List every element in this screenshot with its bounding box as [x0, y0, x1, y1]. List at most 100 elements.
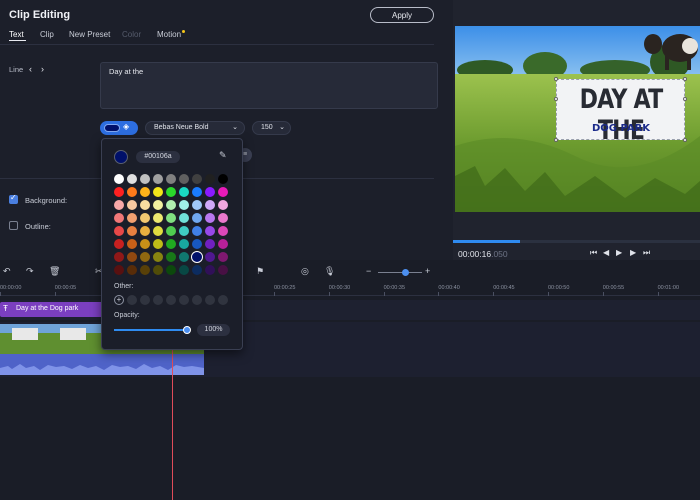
webcam-icon[interactable]: ◎ [301, 266, 309, 277]
microphone-icon[interactable]: 🎙 [324, 266, 335, 277]
color-swatch[interactable] [205, 213, 215, 223]
color-swatch[interactable] [179, 200, 189, 210]
color-swatch[interactable] [114, 187, 124, 197]
next-frame-icon[interactable]: ▶ [630, 248, 636, 257]
color-swatch[interactable] [127, 187, 137, 197]
play-icon[interactable]: ▶ [616, 248, 622, 257]
color-swatch[interactable] [153, 174, 163, 184]
color-swatch[interactable] [192, 265, 202, 275]
color-swatch[interactable] [140, 187, 150, 197]
color-swatch[interactable] [192, 174, 202, 184]
color-swatch[interactable] [127, 213, 137, 223]
color-swatch[interactable] [114, 239, 124, 249]
opacity-slider-track[interactable] [114, 329, 187, 331]
color-swatch[interactable] [218, 265, 228, 275]
color-swatch[interactable] [153, 213, 163, 223]
resize-handle[interactable] [554, 77, 558, 81]
color-swatch[interactable] [140, 213, 150, 223]
color-swatch[interactable] [192, 252, 202, 262]
color-swatch[interactable] [127, 265, 137, 275]
color-swatch[interactable] [127, 226, 137, 236]
color-swatch[interactable] [166, 174, 176, 184]
resize-handle[interactable] [554, 138, 558, 142]
color-swatch[interactable] [218, 200, 228, 210]
custom-color-slot[interactable] [192, 295, 202, 305]
color-swatch[interactable] [179, 174, 189, 184]
color-swatch[interactable] [166, 213, 176, 223]
zoom-in-icon[interactable]: + [425, 266, 430, 276]
color-swatch[interactable] [179, 265, 189, 275]
trash-icon[interactable]: 🗑 [49, 266, 60, 277]
audio-clip[interactable] [0, 354, 204, 375]
font-select[interactable]: Bebas Neue Bold ⌄ [145, 121, 245, 135]
color-swatch[interactable] [192, 226, 202, 236]
color-swatch[interactable] [192, 213, 202, 223]
color-swatch[interactable] [114, 213, 124, 223]
custom-color-slot[interactable] [153, 295, 163, 305]
color-swatch[interactable] [114, 265, 124, 275]
custom-color-slot[interactable] [179, 295, 189, 305]
zoom-slider-track[interactable] [378, 272, 422, 273]
color-swatch[interactable] [127, 200, 137, 210]
color-swatch[interactable] [179, 213, 189, 223]
color-swatch[interactable] [114, 252, 124, 262]
color-swatch[interactable] [153, 200, 163, 210]
color-swatch[interactable] [114, 226, 124, 236]
color-swatch[interactable] [179, 252, 189, 262]
resize-handle[interactable] [683, 138, 687, 142]
custom-color-slot[interactable] [218, 295, 228, 305]
resize-handle[interactable] [683, 97, 687, 101]
custom-color-slot[interactable] [205, 295, 215, 305]
opacity-slider-knob[interactable] [183, 326, 191, 334]
skip-start-icon[interactable]: ⏮ [590, 248, 597, 258]
resize-handle[interactable] [683, 77, 687, 81]
color-swatch[interactable] [166, 187, 176, 197]
color-swatch[interactable] [166, 239, 176, 249]
apply-button[interactable]: Apply [370, 7, 434, 23]
color-swatch[interactable] [192, 187, 202, 197]
color-swatch[interactable] [218, 239, 228, 249]
color-swatch[interactable] [140, 174, 150, 184]
color-swatch[interactable] [179, 239, 189, 249]
tab-motion[interactable]: Motion [157, 30, 181, 39]
redo-icon[interactable]: ↷ [26, 266, 34, 277]
custom-color-slot[interactable] [166, 295, 176, 305]
color-swatch[interactable] [205, 200, 215, 210]
color-swatch[interactable] [153, 226, 163, 236]
text-color-button[interactable]: ◈ [100, 121, 138, 135]
zoom-slider-knob[interactable] [402, 269, 409, 276]
color-swatch[interactable] [205, 252, 215, 262]
color-swatch[interactable] [192, 200, 202, 210]
resize-handle[interactable] [554, 97, 558, 101]
color-swatch[interactable] [153, 252, 163, 262]
color-swatch[interactable] [205, 226, 215, 236]
chevron-left-icon[interactable]: ‹ [29, 64, 32, 74]
color-swatch[interactable] [166, 265, 176, 275]
color-swatch[interactable] [153, 239, 163, 249]
color-swatch[interactable] [114, 174, 124, 184]
color-swatch[interactable] [205, 174, 215, 184]
marker-flag-icon[interactable]: ⚑ [256, 266, 264, 277]
tab-new-preset[interactable]: New Preset [69, 30, 110, 39]
color-swatch[interactable] [127, 252, 137, 262]
add-custom-color-icon[interactable]: + [114, 295, 124, 305]
color-swatch[interactable] [153, 265, 163, 275]
custom-color-slot[interactable] [127, 295, 137, 305]
color-swatch[interactable] [218, 174, 228, 184]
color-swatch[interactable] [205, 239, 215, 249]
color-swatch[interactable] [166, 252, 176, 262]
color-swatch[interactable] [127, 174, 137, 184]
color-swatch[interactable] [153, 187, 163, 197]
color-swatch[interactable] [218, 187, 228, 197]
color-swatch[interactable] [192, 239, 202, 249]
color-swatch[interactable] [218, 252, 228, 262]
eyedropper-icon[interactable]: ✎ [219, 150, 227, 161]
color-swatch[interactable] [166, 226, 176, 236]
color-swatch[interactable] [140, 200, 150, 210]
tab-text[interactable]: Text [9, 30, 24, 39]
undo-icon[interactable]: ↶ [3, 266, 11, 277]
title-text-input[interactable]: Day at the [100, 62, 438, 109]
color-swatch[interactable] [218, 213, 228, 223]
tab-clip[interactable]: Clip [40, 30, 54, 39]
color-swatch[interactable] [140, 265, 150, 275]
